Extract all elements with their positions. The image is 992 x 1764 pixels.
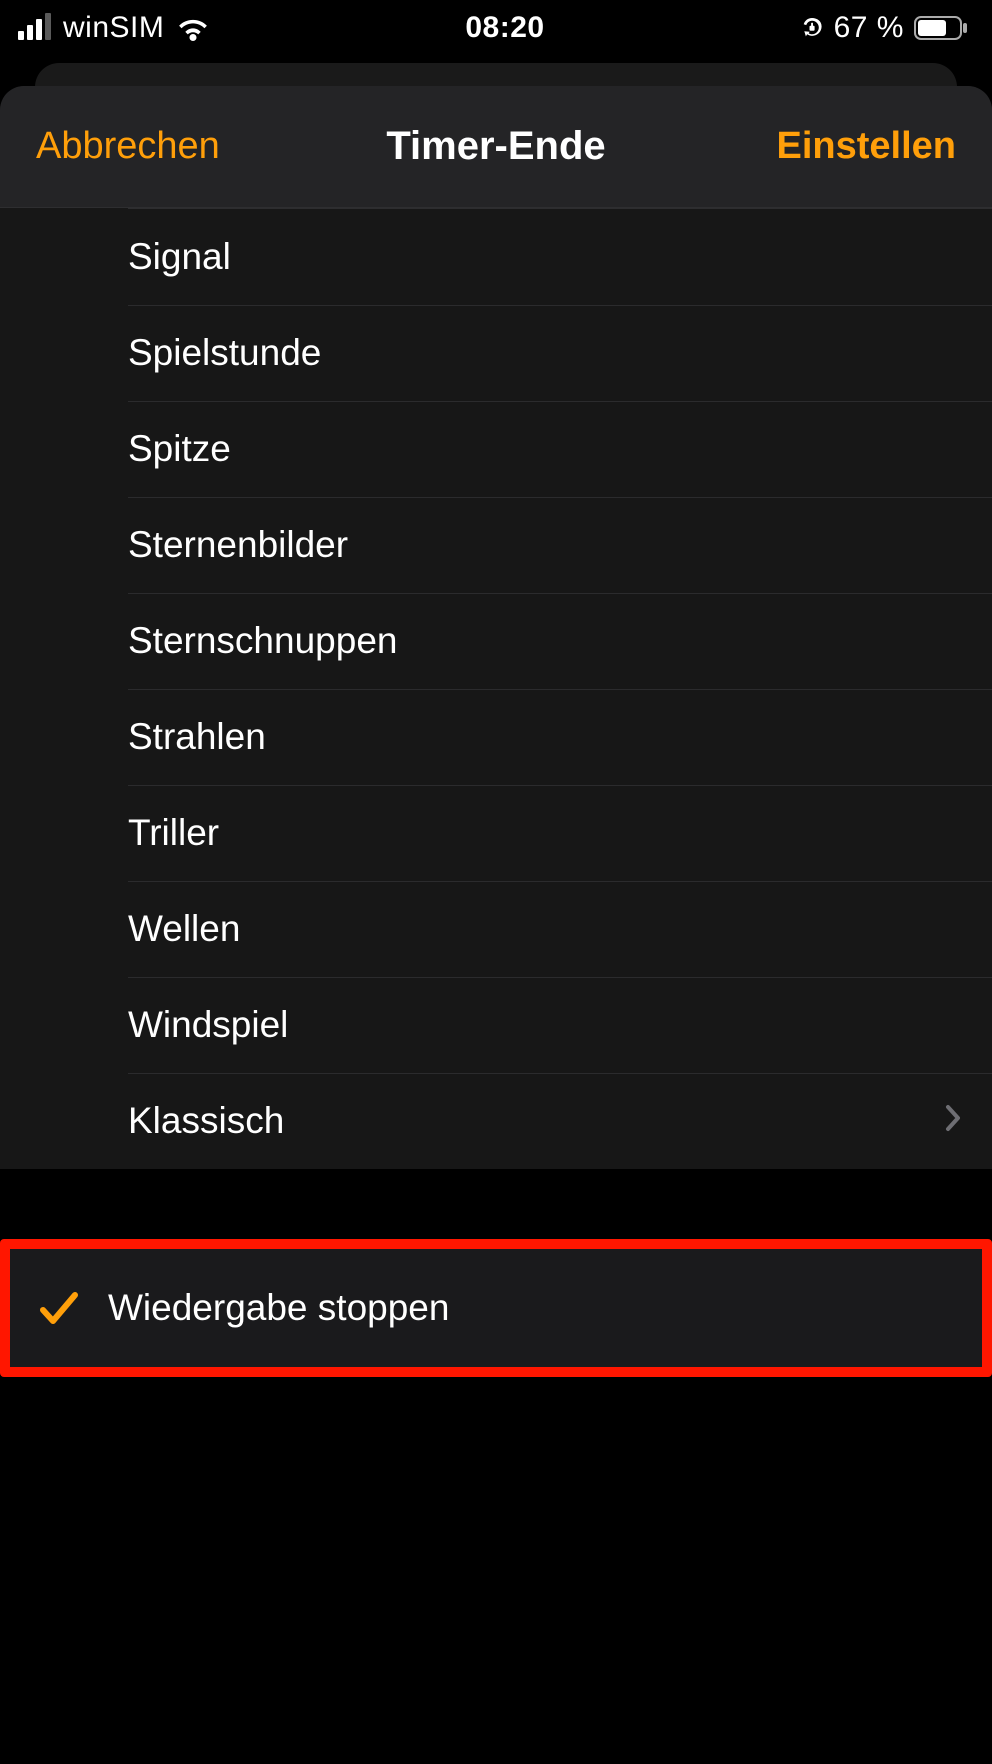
cellular-signal-icon xyxy=(18,16,51,40)
sound-label: Wellen xyxy=(128,908,962,950)
sound-row[interactable]: Sternschnuppen xyxy=(0,593,992,689)
sound-label: Signal xyxy=(128,236,962,278)
content-scroll[interactable]: Signal Spielstunde Spitze Sternenbilder … xyxy=(0,208,992,1764)
sound-label: Triller xyxy=(128,812,962,854)
sound-row[interactable]: Wellen xyxy=(0,881,992,977)
sound-row[interactable]: Strahlen xyxy=(0,689,992,785)
section-gap xyxy=(0,1169,992,1239)
sound-label: Spielstunde xyxy=(128,332,962,374)
highlighted-stop-section: Wiedergabe stoppen xyxy=(0,1239,992,1377)
nav-title: Timer-Ende xyxy=(276,124,716,169)
sound-row[interactable]: Windspiel xyxy=(0,977,992,1073)
chevron-right-icon xyxy=(944,1100,962,1142)
orientation-lock-icon xyxy=(800,16,824,40)
sound-label: Spitze xyxy=(128,428,962,470)
status-right: 67 % xyxy=(800,11,968,45)
modal-sheet: Abbrechen Timer-Ende Einstellen Signal S… xyxy=(0,86,992,1764)
nav-bar: Abbrechen Timer-Ende Einstellen xyxy=(0,86,992,208)
sound-row[interactable]: Sternenbilder xyxy=(0,497,992,593)
sound-label: Klassisch xyxy=(128,1100,944,1142)
sound-row[interactable]: Spitze xyxy=(0,401,992,497)
checkmark-icon xyxy=(10,1290,108,1326)
stop-playback-row[interactable]: Wiedergabe stoppen xyxy=(10,1249,982,1367)
sound-label: Windspiel xyxy=(128,1004,962,1046)
sound-label: Sternschnuppen xyxy=(128,620,962,662)
set-button[interactable]: Einstellen xyxy=(716,125,956,168)
cancel-button[interactable]: Abbrechen xyxy=(36,125,276,168)
sound-row[interactable]: Signal xyxy=(0,209,992,305)
sound-row[interactable]: Triller xyxy=(0,785,992,881)
status-bar: winSIM 08:20 67 % xyxy=(0,0,992,56)
stop-playback-label: Wiedergabe stoppen xyxy=(108,1287,952,1329)
sound-row[interactable]: Spielstunde xyxy=(0,305,992,401)
bottom-fill xyxy=(0,1377,992,1677)
carrier-label: winSIM xyxy=(63,11,164,45)
status-left: winSIM xyxy=(18,11,210,45)
battery-icon xyxy=(914,16,968,40)
wifi-icon xyxy=(176,16,210,41)
sound-label: Strahlen xyxy=(128,716,962,758)
battery-percent-label: 67 % xyxy=(834,11,904,45)
sound-list: Signal Spielstunde Spitze Sternenbilder … xyxy=(0,208,992,1169)
sound-label: Sternenbilder xyxy=(128,524,962,566)
sound-row-classic[interactable]: Klassisch xyxy=(0,1073,992,1169)
status-time: 08:20 xyxy=(465,11,544,45)
